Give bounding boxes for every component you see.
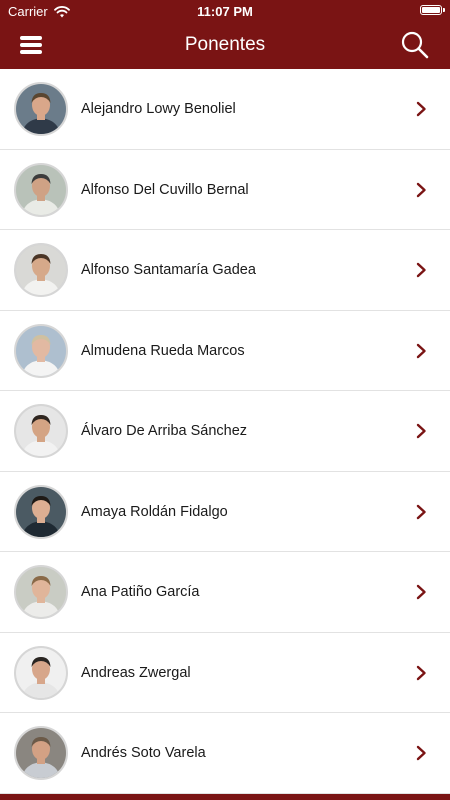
speaker-row[interactable]: Álvaro De Arriba Sánchez	[0, 391, 450, 472]
speaker-row[interactable]: Alfonso Santamaría Gadea	[0, 230, 450, 311]
chevron-right-icon	[414, 665, 428, 681]
speaker-name: Amaya Roldán Fidalgo	[81, 503, 228, 520]
chevron-right-icon	[414, 262, 428, 278]
chevron-right-icon	[414, 101, 428, 117]
status-bar: Carrier 11:07 PM	[0, 0, 450, 22]
speaker-avatar	[14, 726, 68, 780]
speaker-row[interactable]: Andreas Zwergal	[0, 633, 450, 713]
speaker-row[interactable]: Andrés Soto Varela	[0, 713, 450, 794]
speaker-name: Alfonso Santamaría Gadea	[81, 262, 256, 278]
chevron-right-icon	[414, 182, 428, 198]
speaker-row[interactable]: Ana Patiño García	[0, 552, 450, 633]
bottom-bar	[0, 794, 450, 800]
speaker-name: Alejandro Lowy Benoliel	[81, 101, 236, 117]
chevron-right-icon	[414, 343, 428, 359]
speaker-name: Andreas Zwergal	[81, 664, 191, 681]
speaker-row[interactable]: Almudena Rueda Marcos	[0, 311, 450, 391]
speaker-avatar	[14, 565, 68, 619]
battery-icon	[420, 5, 445, 15]
speaker-name: Almudena Rueda Marcos	[81, 342, 245, 359]
chevron-right-icon	[414, 745, 428, 761]
speaker-row[interactable]: Amaya Roldán Fidalgo	[0, 472, 450, 552]
speaker-name: Andrés Soto Varela	[81, 745, 206, 761]
nav-bar: Ponentes	[0, 22, 450, 69]
speaker-list: Alejandro Lowy Benoliel Alfonso Del Cuvil…	[0, 69, 450, 794]
speaker-avatar	[14, 162, 68, 217]
speaker-avatar	[14, 323, 68, 378]
chevron-right-icon	[414, 584, 428, 600]
speaker-row[interactable]: Alfonso Del Cuvillo Bernal	[0, 150, 450, 230]
speaker-avatar	[14, 484, 68, 539]
status-time: 11:07 PM	[197, 4, 253, 19]
page-title: Ponentes	[184, 34, 266, 55]
speaker-avatar	[14, 82, 68, 136]
chevron-right-icon	[414, 423, 428, 439]
speaker-name: Ana Patiño García	[81, 584, 200, 600]
battery-fill	[422, 7, 440, 13]
speaker-row[interactable]: Alejandro Lowy Benoliel	[0, 69, 450, 150]
speaker-name: Alfonso Del Cuvillo Bernal	[81, 181, 249, 198]
speaker-avatar	[14, 243, 68, 297]
search-button[interactable]	[400, 30, 430, 60]
speaker-avatar	[14, 645, 68, 700]
speaker-name: Álvaro De Arriba Sánchez	[81, 423, 248, 439]
speaker-avatar	[14, 404, 68, 458]
chevron-right-icon	[414, 504, 428, 520]
search-icon	[401, 31, 429, 59]
